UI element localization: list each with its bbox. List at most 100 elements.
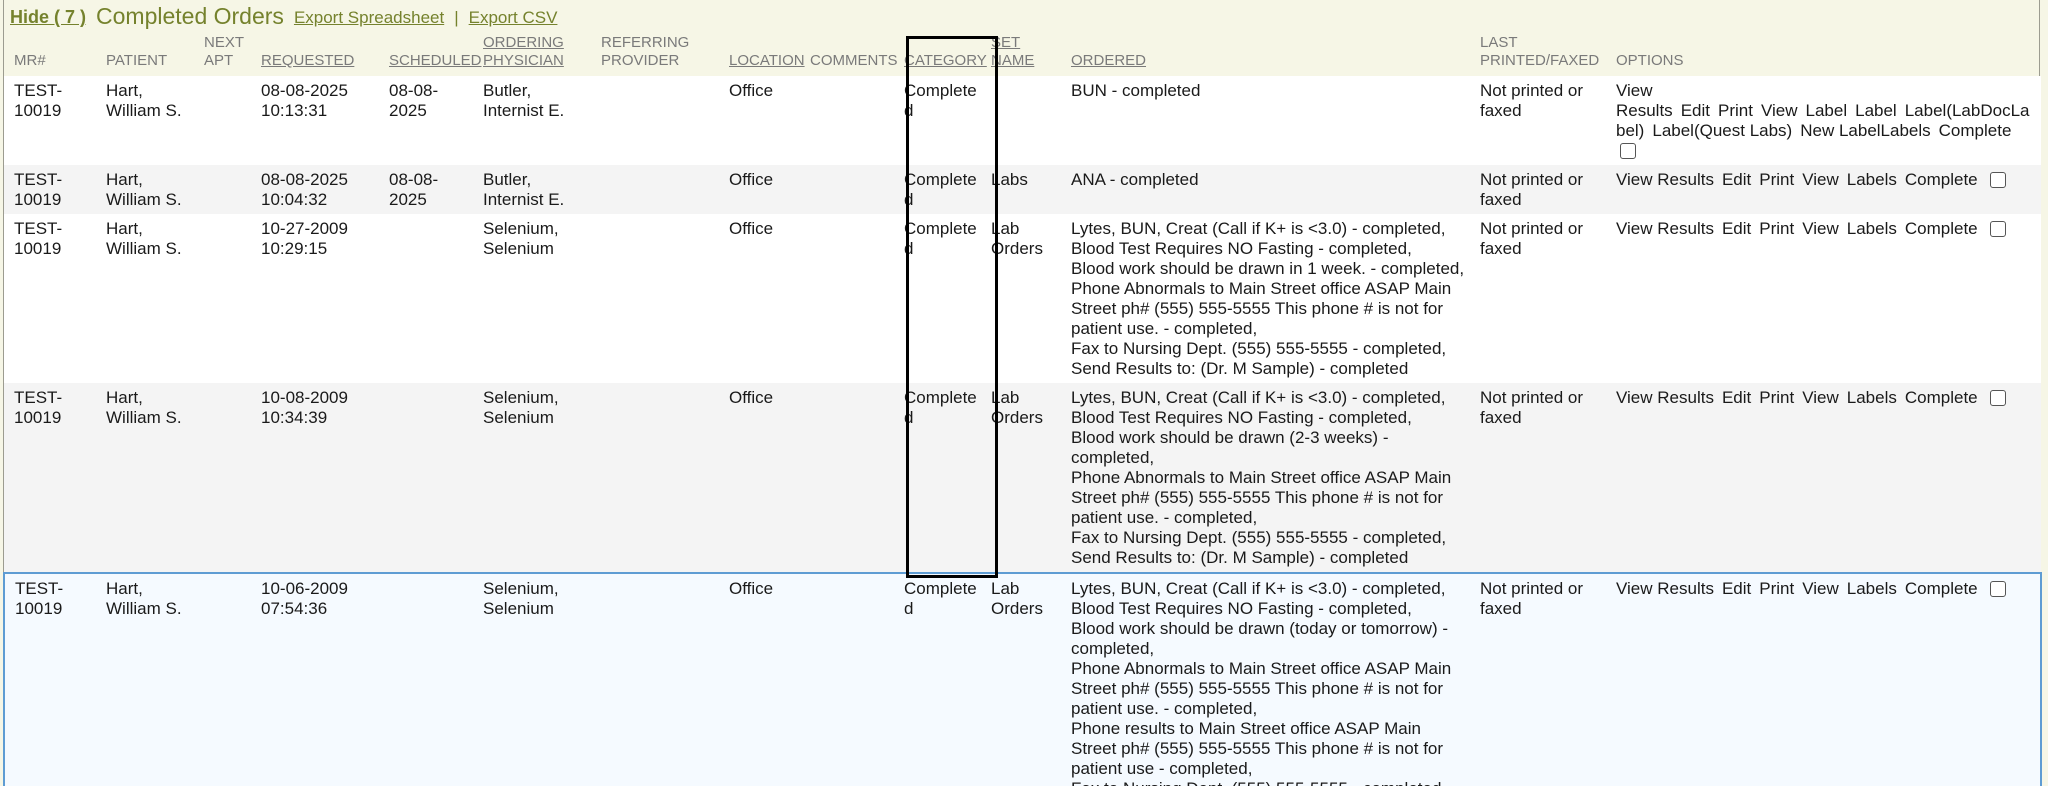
option-link-view-results[interactable]: View Results: [1616, 388, 1714, 407]
cell-requested: 10-08-2009 10:34:39: [261, 383, 389, 573]
col-header-patient: PATIENT: [106, 29, 204, 76]
option-link-label-quest-labs[interactable]: Label(Quest Labs): [1652, 121, 1792, 140]
cell-ordering-physician: Selenium, Selenium: [483, 383, 601, 573]
option-link-edit[interactable]: Edit: [1722, 388, 1751, 407]
cell-category: Completed: [904, 383, 991, 573]
ordered-item: Fax to Nursing Dept. (555) 555-5555 - co…: [1071, 528, 1471, 548]
option-link-view[interactable]: View: [1802, 579, 1839, 598]
option-link-print[interactable]: Print: [1759, 579, 1794, 598]
option-link-label[interactable]: Label: [1855, 101, 1897, 120]
cell-mr: TEST-10019: [4, 573, 106, 786]
option-link-label[interactable]: Label: [1806, 101, 1848, 120]
option-link-complete[interactable]: Complete: [1905, 388, 1978, 407]
column-header-label: REFERRING PROVIDER: [601, 34, 689, 69]
col-header-requested[interactable]: REQUESTED: [261, 29, 389, 76]
col-header-options: OPTIONS: [1616, 29, 2041, 76]
ordered-item: Fax to Nursing Dept. (555) 555-5555 - co…: [1071, 779, 1471, 786]
col-header-ordering-physician[interactable]: ORDERING PHYSICIAN: [483, 29, 601, 76]
cell-last-printed-faxed: Not printed or faxed: [1480, 165, 1616, 214]
option-link-complete[interactable]: Complete: [1905, 170, 1978, 189]
option-link-labels[interactable]: Labels: [1847, 388, 1897, 407]
option-link-view[interactable]: View: [1802, 219, 1839, 238]
col-header-scheduled[interactable]: SCHEDULED: [389, 29, 483, 76]
column-header-label: NEXT APT: [204, 34, 244, 69]
ordered-item: ANA - completed: [1071, 170, 1471, 190]
cell-scheduled: 08-08-2025: [389, 165, 483, 214]
option-link-view[interactable]: View: [1802, 170, 1839, 189]
cell-options: View Results Edit Print View Labels Complete: [1616, 165, 2041, 214]
option-link-edit[interactable]: Edit: [1722, 170, 1751, 189]
cell-patient: Hart, William S.: [106, 214, 204, 383]
column-header-label: SCHEDULED: [389, 52, 482, 69]
option-link-complete[interactable]: Complete: [1905, 579, 1978, 598]
column-header-label: OPTIONS: [1616, 52, 1684, 69]
cell-set-name: Lab Orders: [991, 383, 1071, 573]
cell-referring-provider: [601, 76, 729, 165]
cell-location: Office: [729, 573, 810, 786]
cell-mr: TEST-10019: [4, 383, 106, 573]
complete-checkbox[interactable]: [1620, 143, 1636, 159]
cell-comments: [810, 383, 904, 573]
cell-next-apt: [204, 573, 261, 786]
export-spreadsheet-link[interactable]: Export Spreadsheet: [294, 5, 444, 30]
header-row: MR#PATIENTNEXT APTREQUESTEDSCHEDULEDORDE…: [4, 29, 2041, 76]
cell-options: View Results Edit Print View Labels Complete: [1616, 214, 2041, 383]
cell-category: Completed: [904, 573, 991, 786]
cell-category: Completed: [904, 214, 991, 383]
cell-scheduled: [389, 383, 483, 573]
option-link-view-results[interactable]: View Results: [1616, 170, 1714, 189]
export-csv-link[interactable]: Export CSV: [469, 5, 558, 30]
column-header-label: MR#: [14, 52, 46, 69]
option-link-labels[interactable]: Labels: [1847, 219, 1897, 238]
column-header-label: REQUESTED: [261, 52, 354, 69]
option-link-labels[interactable]: Labels: [1847, 579, 1897, 598]
cell-scheduled: 08-08-2025: [389, 76, 483, 165]
cell-category: Completed: [904, 165, 991, 214]
option-link-print[interactable]: Print: [1718, 101, 1753, 120]
col-header-ordered[interactable]: ORDERED: [1071, 29, 1480, 76]
option-link-print[interactable]: Print: [1759, 219, 1794, 238]
ordered-item: Phone Abnormals to Main Street office AS…: [1071, 659, 1471, 719]
col-header-location[interactable]: LOCATION: [729, 29, 810, 76]
cell-scheduled: [389, 214, 483, 383]
complete-checkbox[interactable]: [1990, 390, 2006, 406]
completed-orders-table: MR#PATIENTNEXT APTREQUESTEDSCHEDULEDORDE…: [3, 29, 2042, 786]
cell-comments: [810, 573, 904, 786]
ordered-item: Blood Test Requires NO Fasting - complet…: [1071, 599, 1471, 619]
table-header: MR#PATIENTNEXT APTREQUESTEDSCHEDULEDORDE…: [4, 29, 2041, 76]
option-link-complete[interactable]: Complete: [1905, 219, 1978, 238]
col-header-referring-provider: REFERRING PROVIDER: [601, 29, 729, 76]
complete-checkbox[interactable]: [1990, 172, 2006, 188]
cell-next-apt: [204, 383, 261, 573]
col-header-set-name[interactable]: SET NAME: [991, 29, 1071, 76]
ordered-item: Lytes, BUN, Creat (Call if K+ is <3.0) -…: [1071, 219, 1471, 239]
cell-location: Office: [729, 165, 810, 214]
option-link-edit[interactable]: Edit: [1681, 101, 1710, 120]
option-link-view[interactable]: View: [1802, 388, 1839, 407]
cell-set-name: [991, 76, 1071, 165]
col-header-category[interactable]: CATEGORY: [904, 29, 991, 76]
column-header-label: COMMENTS: [810, 52, 898, 69]
cell-ordering-physician: Selenium, Selenium: [483, 573, 601, 786]
column-header-label: CATEGORY: [904, 52, 987, 69]
cell-options: View Results Edit Print View Labels Complete: [1616, 573, 2041, 786]
option-link-view-results[interactable]: View Results: [1616, 579, 1714, 598]
cell-referring-provider: [601, 214, 729, 383]
hide-link[interactable]: Hide ( 7 ): [10, 4, 86, 30]
option-link-view-results[interactable]: View Results: [1616, 81, 1673, 120]
option-link-print[interactable]: Print: [1759, 170, 1794, 189]
option-link-view-results[interactable]: View Results: [1616, 219, 1714, 238]
option-link-edit[interactable]: Edit: [1722, 579, 1751, 598]
cell-referring-provider: [601, 383, 729, 573]
option-link-print[interactable]: Print: [1759, 388, 1794, 407]
option-link-new-labellabels[interactable]: New LabelLabels: [1800, 121, 1930, 140]
option-link-complete[interactable]: Complete: [1939, 121, 2012, 140]
option-link-labels[interactable]: Labels: [1847, 170, 1897, 189]
complete-checkbox[interactable]: [1990, 581, 2006, 597]
complete-checkbox[interactable]: [1990, 221, 2006, 237]
ordered-item: Fax to Nursing Dept. (555) 555-5555 - co…: [1071, 339, 1471, 359]
option-link-view[interactable]: View: [1761, 101, 1798, 120]
option-link-edit[interactable]: Edit: [1722, 219, 1751, 238]
cell-mr: TEST-10019: [4, 165, 106, 214]
cell-requested: 10-06-2009 07:54:36: [261, 573, 389, 786]
